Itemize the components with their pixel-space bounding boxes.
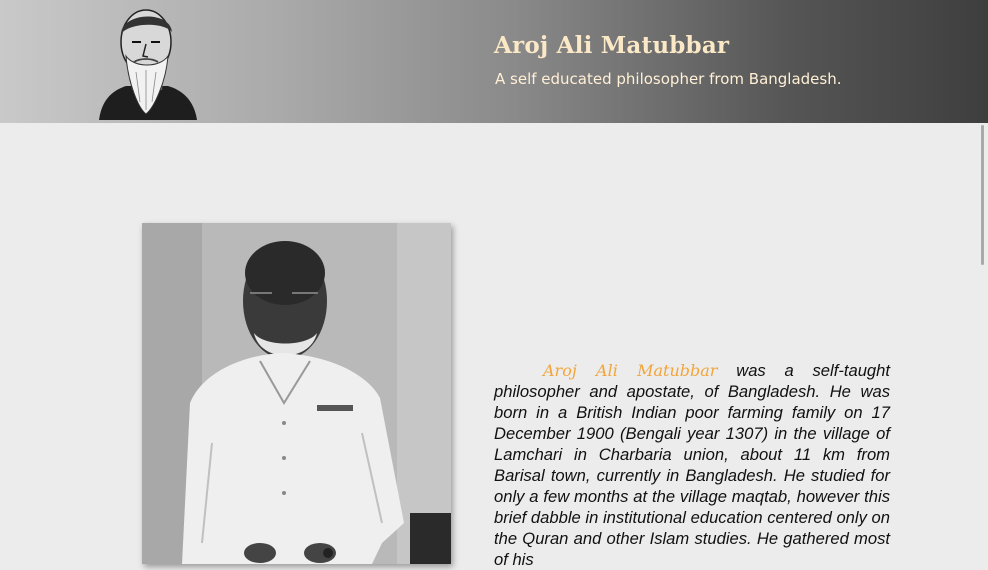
site-subtitle: A self educated philosopher from Banglad…	[495, 70, 842, 88]
main-photo	[142, 223, 451, 564]
bio-name-highlight: Aroj Ali Matubbar	[543, 361, 718, 380]
bio-paragraph: Aroj Ali Matubbar was a self-taught phil…	[494, 360, 890, 570]
header-portrait-image	[96, 2, 198, 120]
site-header: Aroj Ali Matubbar A self educated philos…	[0, 0, 988, 123]
bio-text: was a self-taught philosopher and aposta…	[494, 361, 890, 569]
site-title: Aroj Ali Matubbar	[494, 32, 730, 59]
page-scrollbar[interactable]	[976, 123, 988, 564]
scrollbar-thumb[interactable]	[981, 125, 984, 265]
